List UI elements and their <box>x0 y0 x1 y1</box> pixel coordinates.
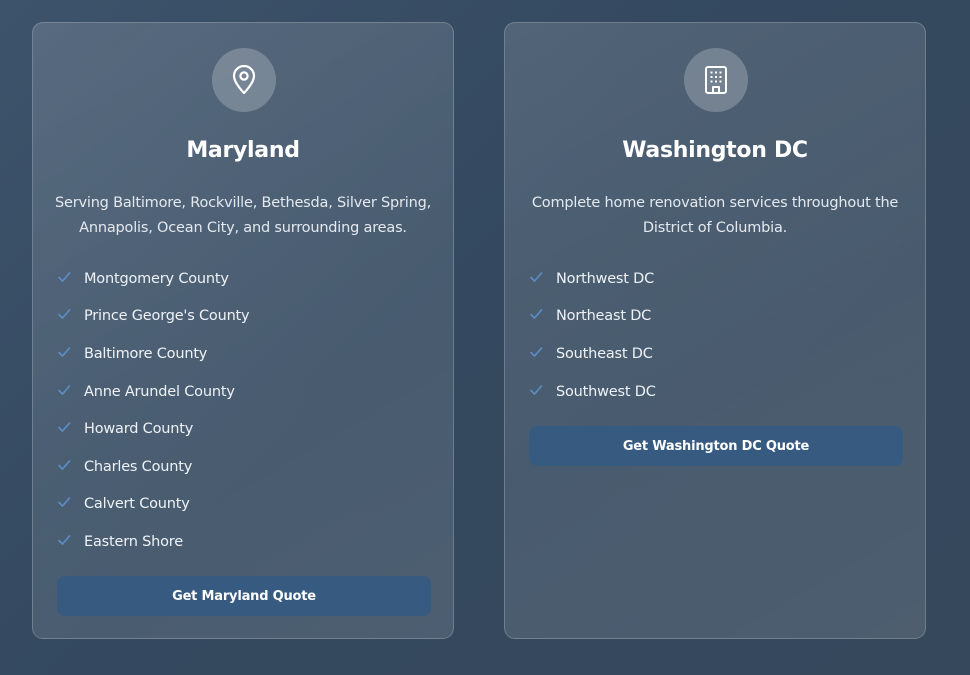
check-icon <box>530 309 543 320</box>
check-icon <box>530 384 543 395</box>
list-item: Southeast DC <box>529 335 656 373</box>
list-item-label: Eastern Shore <box>84 533 183 550</box>
list-item: Prince George's County <box>57 298 250 336</box>
list-item: Northeast DC <box>529 298 656 336</box>
area-list: Northwest DC Northeast DC Southeast DC S… <box>529 260 656 410</box>
list-item-label: Charles County <box>84 458 193 475</box>
list-item-label: Howard County <box>84 421 194 438</box>
list-item: Anne Arundel County <box>57 373 249 411</box>
map-pin-icon <box>212 48 276 112</box>
maryland-card: Maryland Serving Baltimore, Rockville, B… <box>32 22 454 639</box>
list-item-label: Baltimore County <box>84 345 208 362</box>
card-title: Washington DC <box>622 138 808 163</box>
list-item: Northwest DC <box>529 260 656 298</box>
check-icon <box>530 271 543 282</box>
list-item-label: Southwest DC <box>556 383 656 400</box>
list-item-label: Northwest DC <box>556 270 655 287</box>
list-item: Howard County <box>57 410 249 448</box>
get-washington-dc-quote-button[interactable]: Get Washington DC Quote <box>529 426 903 466</box>
check-icon <box>58 384 71 395</box>
card-description: Serving Baltimore, Rockville, Bethesda, … <box>55 195 431 236</box>
check-icon <box>58 535 71 545</box>
list-item-label: Northeast DC <box>556 308 652 325</box>
list-item: Charles County <box>57 448 249 486</box>
list-item-label: Montgomery County <box>84 270 229 287</box>
list-item: Baltimore County <box>57 335 249 373</box>
get-maryland-quote-button[interactable]: Get Maryland Quote <box>57 576 431 616</box>
washington-dc-card: Washington DC Complete home renovation s… <box>504 22 926 639</box>
check-icon <box>58 422 71 432</box>
list-item-label: Southeast DC <box>556 345 653 362</box>
card-title: Maryland <box>186 138 300 163</box>
county-list: Montgomery County Prince George's County… <box>57 260 250 561</box>
check-icon <box>58 271 71 282</box>
check-icon <box>530 347 543 357</box>
list-item-label: Prince George's County <box>84 308 250 325</box>
check-icon <box>58 497 71 508</box>
building-icon <box>684 48 748 112</box>
list-item: Southwest DC <box>529 373 656 411</box>
list-item-label: Calvert County <box>84 496 190 513</box>
list-item: Eastern Shore <box>57 523 249 561</box>
check-icon <box>58 459 71 470</box>
check-icon <box>58 347 71 357</box>
card-description: Complete home renovation services throug… <box>531 195 899 236</box>
list-item: Calvert County <box>57 486 249 524</box>
check-icon <box>58 309 71 320</box>
list-item-label: Anne Arundel County <box>84 383 235 400</box>
list-item: Montgomery County <box>57 260 249 298</box>
